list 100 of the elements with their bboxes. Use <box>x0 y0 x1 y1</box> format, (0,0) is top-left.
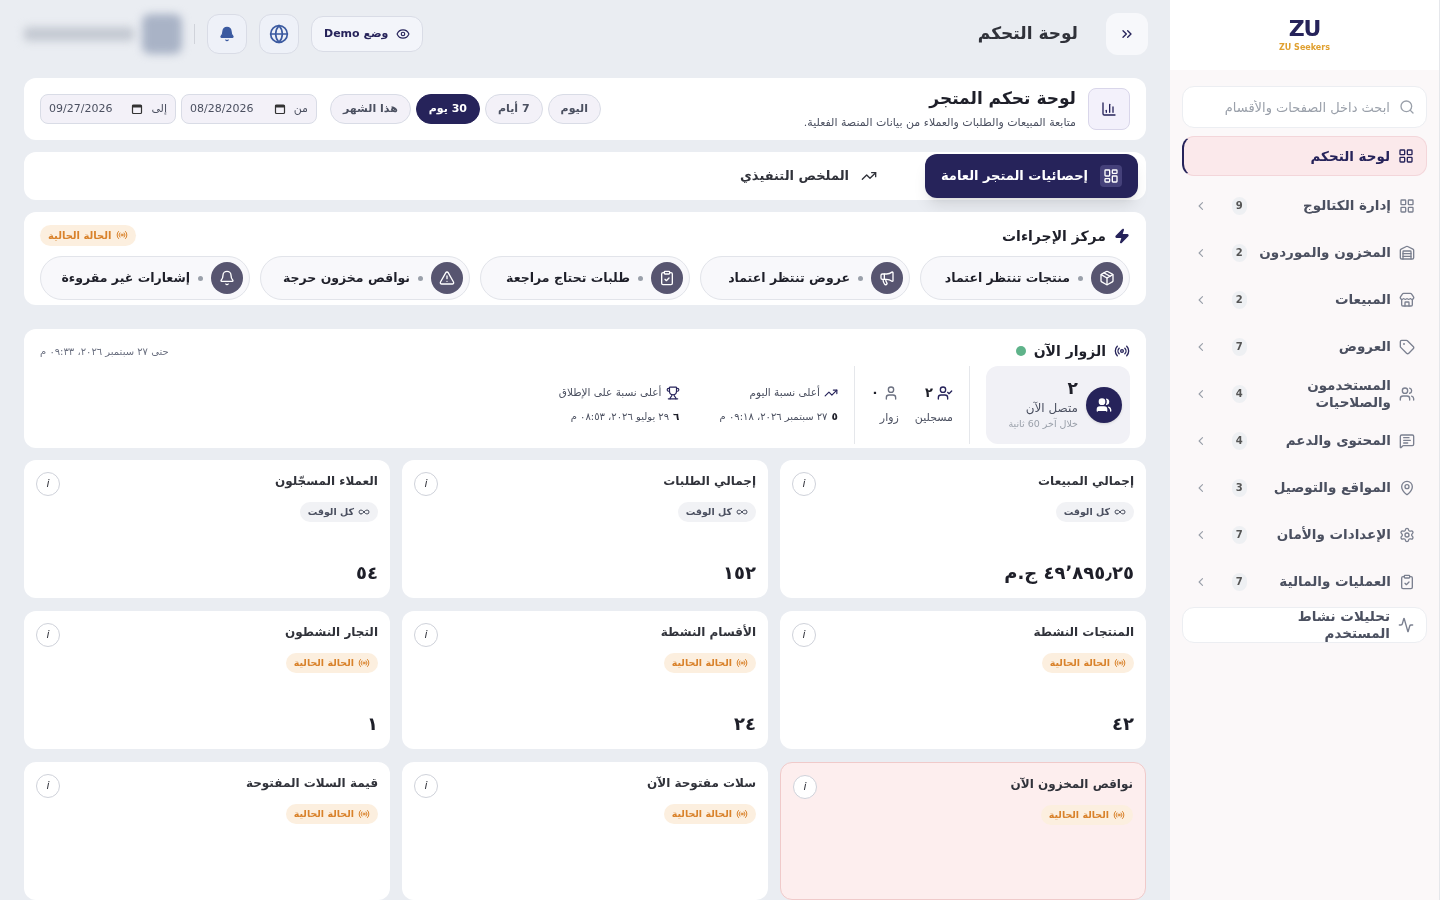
bell-icon <box>219 26 235 42</box>
count-badge: 4 <box>1231 384 1247 403</box>
sidebar-item-label: لوحة التحكم <box>1309 147 1390 165</box>
action-pill[interactable]: طلبات تحتاج مراجعة <box>480 256 690 301</box>
action-pill[interactable]: إشعارات غير مقروءة <box>40 256 250 301</box>
globe-icon <box>269 24 289 44</box>
registered-label: مسجلين <box>914 410 953 427</box>
sidebar-item-label: العروض <box>1337 338 1391 355</box>
users-icon <box>1399 385 1415 402</box>
sidebar-item-label: الإعدادات والأمان <box>1275 526 1391 543</box>
eye-icon <box>396 27 411 41</box>
stat-title: المنتجات النشطة <box>1033 624 1134 641</box>
sidebar-item-label: المستخدمون والصلاحيات <box>1306 376 1391 411</box>
trophy-icon <box>665 385 680 400</box>
online-note: خلال آخر 60 ثانية <box>1008 417 1078 432</box>
info-button[interactable]: i <box>36 623 60 647</box>
info-button[interactable]: i <box>36 774 60 798</box>
sidebar-item-label: المحتوى والدعم <box>1284 432 1391 449</box>
count-badge: 9 <box>1231 196 1247 215</box>
period-badge: كل الوقت <box>1055 502 1134 522</box>
calendar-icon <box>273 102 286 115</box>
layout-icon <box>1100 165 1122 188</box>
store-icon <box>1399 291 1415 308</box>
period-badge: كل الوقت <box>299 502 378 522</box>
peak-label: أعلى نسبة اليوم <box>749 385 820 401</box>
peak-value: ٥ <box>831 408 838 424</box>
view-tab[interactable]: الملخص التنفيذي <box>723 154 893 199</box>
stat-title: التجار النشطون <box>285 624 378 641</box>
page-title: لوحة التحكم <box>977 22 1078 46</box>
status-badge: الحالة الحالية <box>285 804 378 824</box>
sidebar-item-label: إدارة الكتالوج <box>1302 197 1391 214</box>
action-pill[interactable]: عروض تنتظر اعتماد <box>700 256 910 301</box>
logo-mark: ZU <box>1288 18 1321 40</box>
clipboard-check-icon <box>651 262 683 295</box>
logo-caption: ZU Seekers <box>1279 44 1330 52</box>
stat-title: نواقص المخزون الآن <box>1010 776 1133 793</box>
language-button[interactable] <box>259 14 299 54</box>
search-field[interactable]: ابحث داخل الصفحات والأقسام <box>1182 86 1427 128</box>
clipboard-check-icon <box>1399 573 1415 590</box>
box-icon <box>1091 262 1123 295</box>
stat-value: ١ <box>366 712 378 736</box>
stat-value: ١٥٢ <box>722 561 756 585</box>
peak-date: ٢٩ يوليو ٢٠٢٦، ٠٨:٥٣ م <box>570 410 670 425</box>
sidebar-item-label: المخزون والموردون <box>1258 244 1391 261</box>
stat-value: ٤٢ <box>1111 712 1134 736</box>
sidebar-item-label: العمليات والمالية <box>1278 573 1391 590</box>
period-button[interactable]: هذا الشهر <box>330 93 411 124</box>
store-dashboard-title: لوحة تحكم المتجر <box>927 86 1076 111</box>
online-count: ٢ <box>1066 378 1078 400</box>
peak-label: أعلى نسبة على الإطلاق <box>558 385 662 401</box>
warning-icon <box>431 262 463 295</box>
count-badge: 7 <box>1231 337 1247 356</box>
lightning-icon <box>1114 228 1130 245</box>
info-button[interactable]: i <box>414 623 438 647</box>
count-badge: 7 <box>1231 572 1247 591</box>
users-icon <box>1086 386 1122 423</box>
info-button[interactable]: i <box>414 774 438 798</box>
demo-mode-button[interactable]: وضع Demo <box>311 16 424 52</box>
view-tab[interactable]: إحصائيات المتجر العامة <box>925 154 1138 199</box>
count-badge: 7 <box>1231 525 1247 544</box>
sidebar-item-label: تحليلات نشاط المستخدم <box>1296 608 1390 642</box>
notifications-button[interactable] <box>207 14 247 54</box>
peak-value: ٦ <box>673 408 680 424</box>
action-pill[interactable]: نواقص مخزون حرجة <box>260 256 470 301</box>
period-button[interactable]: 30 يوم <box>415 93 480 124</box>
sidebar-item[interactable]: لوحة التحكم <box>1182 136 1427 176</box>
grid-icon <box>1399 197 1415 214</box>
sidebar-item-label: المبيعات <box>1333 291 1391 308</box>
calendar-icon <box>131 102 144 115</box>
count-badge: 2 <box>1231 243 1247 262</box>
stat-title: إجمالي المبيعات <box>1038 473 1134 490</box>
status-badge: الحالة الحالية <box>663 653 756 673</box>
status-badge: الحالة الحالية <box>1040 805 1133 825</box>
bar-chart-icon <box>1088 87 1130 130</box>
period-button[interactable]: 7 أيام <box>485 93 543 124</box>
visitors-title: الزوار الآن <box>1033 341 1106 362</box>
info-button[interactable]: i <box>792 472 816 496</box>
count-badge: 2 <box>1231 290 1247 309</box>
info-button[interactable]: i <box>793 775 817 799</box>
sidebar-item[interactable]: تحليلات نشاط المستخدم <box>1182 607 1427 643</box>
stat-value: ٢٤ <box>733 712 756 736</box>
action-pill[interactable]: منتجات تنتظر اعتماد <box>920 256 1130 301</box>
info-button[interactable]: i <box>36 472 60 496</box>
info-button[interactable]: i <box>792 623 816 647</box>
stat-value: ٥٤ <box>355 561 378 585</box>
grid-icon <box>1398 148 1414 164</box>
warehouse-icon <box>1399 244 1415 261</box>
period-button[interactable]: اليوم <box>547 93 601 124</box>
period-badge: كل الوقت <box>677 502 756 522</box>
info-button[interactable]: i <box>414 472 438 496</box>
count-badge: 4 <box>1231 431 1247 450</box>
stat-title: قيمة السلات المفتوحة <box>245 775 378 792</box>
status-badge: الحالة الحالية <box>40 225 136 246</box>
online-label: متصل الآن <box>1024 400 1078 418</box>
message-icon <box>1399 432 1415 449</box>
map-pin-icon <box>1399 479 1415 496</box>
updated-until-text: حتى ٢٧ سبتمبر ٢٠٢٦، ٠٩:٣٣ م <box>40 344 169 359</box>
status-badge: الحالة الحالية <box>285 653 378 673</box>
stat-value: ٤٩٬٨٩٥٫٢٥ ج.م <box>1003 561 1134 586</box>
peak-date: ٢٧ سبتمبر ٢٠٢٦، ٠٩:١٨ م <box>719 410 828 425</box>
